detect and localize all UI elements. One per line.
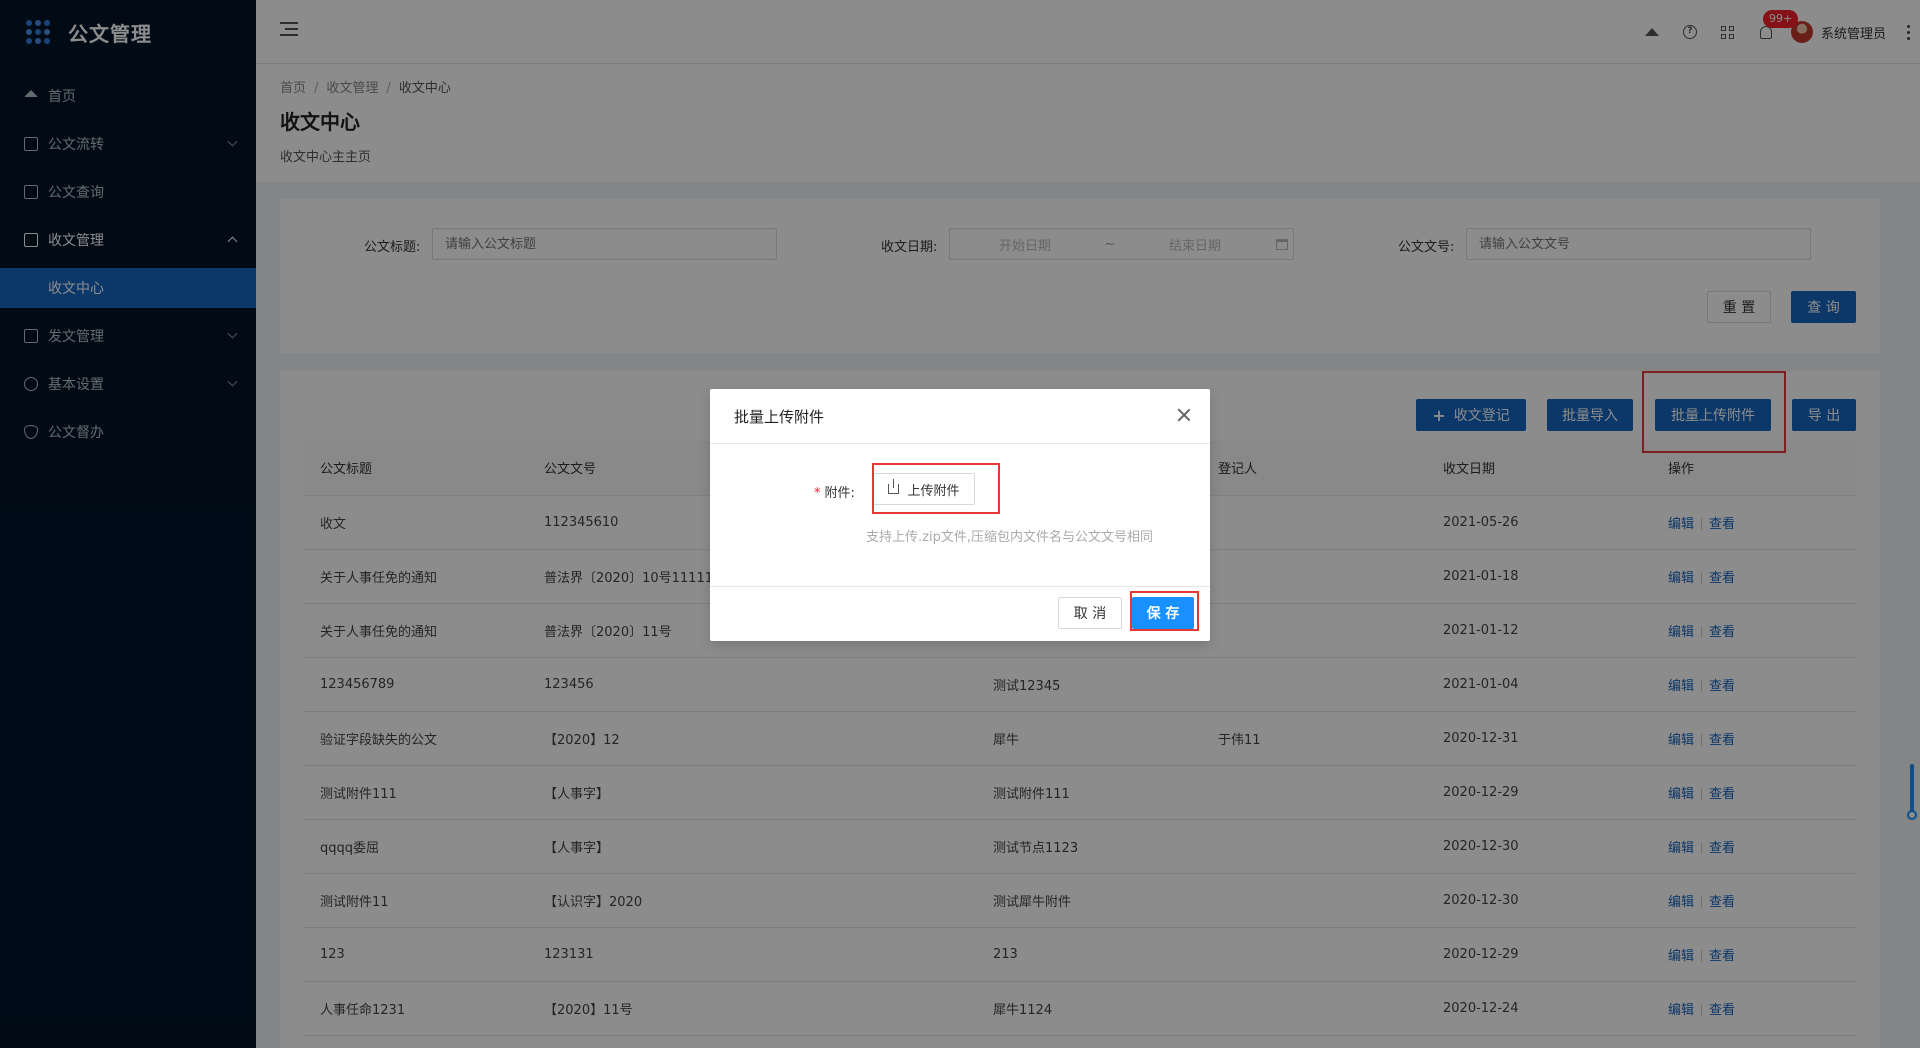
upload-button-label: 上传附件 [907,483,960,499]
batch-upload-modal: 批量上传附件 * 附件: 上传附件 支持上传.zip文件,压缩包内文件名与公文文号… [710,389,1210,641]
upload-attachment-button[interactable]: 上传附件 [873,473,975,505]
modal-footer: 取 消 保 存 [710,586,1210,640]
modal-title: 批量上传附件 [734,407,825,426]
save-button[interactable]: 保 存 [1132,597,1194,629]
modal-header: 批量上传附件 [710,389,1210,444]
upload-icon [888,479,900,494]
upload-hint: 支持上传.zip文件,压缩包内文件名与公文文号相同 [866,530,1153,545]
modal-body: * 附件: 上传附件 支持上传.zip文件,压缩包内文件名与公文文号相同 [710,444,1210,586]
cancel-button[interactable]: 取 消 [1058,597,1122,629]
close-icon[interactable] [1176,407,1192,423]
attachment-label: * 附件: [814,482,855,501]
attachment-label-text: 附件: [824,486,855,501]
required-mark: * [814,486,821,501]
